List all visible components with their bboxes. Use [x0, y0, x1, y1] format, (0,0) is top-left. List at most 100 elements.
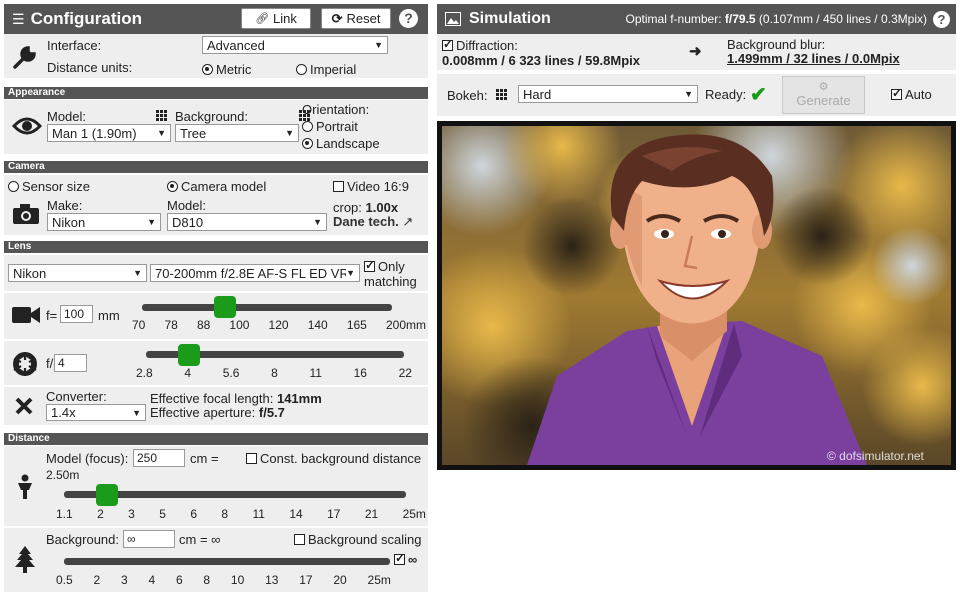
video-checkbox[interactable]: Video 16:9	[333, 179, 409, 194]
landscape-radio[interactable]: Landscape	[302, 136, 380, 151]
make-select[interactable]: Nikon ▼	[47, 213, 161, 231]
model-distance-slider-handle[interactable]	[96, 484, 119, 506]
chevron-down-icon: ▼	[346, 268, 355, 278]
camera-section-header: Camera	[4, 161, 428, 173]
slider-tick-label: 20	[333, 573, 347, 587]
bokeh-label: Bokeh:	[447, 88, 488, 103]
checkbox-checked-icon	[442, 37, 453, 51]
const-bg-checkbox[interactable]: Const. background distance	[246, 451, 421, 466]
help-icon[interactable]: ?	[399, 9, 418, 28]
radio-icon	[296, 64, 307, 75]
slider-tick-label: 6	[175, 573, 183, 587]
bg-distance-row: Background: ∞ cm = ∞ Background scaling …	[4, 528, 428, 592]
bg-distance-input[interactable]: ∞	[123, 530, 175, 548]
bg-distance-slider-track[interactable]	[64, 558, 390, 565]
effective-aperture-readout: Effective aperture: f/5.7	[150, 405, 285, 420]
only-matching-checkbox[interactable]: Only	[364, 258, 405, 274]
blur-value[interactable]: 1.499mm / 32 lines / 0.0Mpix	[727, 51, 900, 66]
lens-model-select[interactable]: 70-200mm f/2.8E AF-S FL ED VR ▼	[150, 264, 360, 282]
chevron-down-icon: ▼	[147, 217, 156, 227]
units-metric-radio[interactable]: Metric	[202, 62, 251, 77]
dane-tech-link[interactable]: Dane tech. ↗	[333, 214, 413, 230]
lens-section-header: Lens	[4, 241, 428, 253]
generate-button[interactable]: ⚙ Generate	[782, 76, 865, 114]
focal-slider-track[interactable]	[142, 304, 392, 311]
slider-tick-label: 25m	[367, 573, 391, 587]
chevron-down-icon: ▼	[313, 217, 322, 227]
background-select[interactable]: Tree ▼	[175, 124, 299, 142]
converter-select[interactable]: 1.4x ▼	[46, 404, 146, 421]
slider-tick-label: 165	[346, 318, 367, 332]
units-imperial-radio[interactable]: Imperial	[296, 62, 356, 77]
portrait-radio[interactable]: Portrait	[302, 119, 358, 134]
model-distance-converted: 2.50m	[46, 468, 80, 482]
slider-tick-label: 3	[120, 573, 128, 587]
simulation-title: Simulation	[469, 10, 551, 27]
distance-section-header: Distance	[4, 433, 428, 445]
model-select[interactable]: Man 1 (1.90m) ▼	[47, 124, 171, 142]
slider-tick-label: 2	[97, 507, 104, 521]
config-title: Configuration	[30, 9, 142, 28]
arrow-right-icon: ➜	[689, 43, 702, 60]
bg-distance-ticks: 0.5 2 3 4 6 8 10 13 17 20 25m	[56, 573, 391, 587]
interface-select[interactable]: Advanced ▼	[202, 36, 388, 54]
slider-tick-label: 5.6	[222, 366, 240, 380]
external-link-icon: ↗	[402, 214, 414, 229]
crop-readout: crop: 1.00x	[333, 200, 399, 215]
slider-tick-label: 100	[229, 318, 250, 332]
link-button[interactable]: 🔗︎ Link	[241, 8, 311, 29]
video-camera-icon	[12, 307, 40, 323]
slider-tick-label: 140	[307, 318, 328, 332]
ready-label: Ready:	[705, 87, 747, 102]
slider-tick-label: 11	[309, 366, 322, 380]
bg-scaling-checkbox[interactable]: Background scaling	[294, 532, 421, 547]
close-icon	[15, 397, 33, 415]
help-icon[interactable]: ?	[933, 10, 950, 28]
chevron-down-icon: ▼	[285, 128, 294, 138]
aperture-prefix: f/	[46, 356, 54, 371]
eye-icon	[12, 117, 42, 135]
slider-tick-label: 8	[221, 507, 229, 521]
slider-tick-label: 200mm	[385, 318, 426, 332]
focal-input[interactable]: 100	[60, 305, 93, 323]
reset-button[interactable]: ⟳ Reset	[321, 8, 391, 29]
auto-checkbox[interactable]: Auto	[891, 86, 932, 102]
radio-checked-icon	[302, 138, 313, 149]
model-distance-label: Model (focus):	[46, 451, 129, 466]
slider-tick-label: 22	[398, 366, 412, 380]
grid-icon[interactable]	[496, 89, 508, 101]
grid-icon[interactable]	[156, 110, 168, 122]
interface-label: Interface:	[47, 38, 102, 53]
image-icon	[445, 12, 461, 26]
lens-make-select[interactable]: Nikon ▼	[8, 264, 147, 282]
only-matching-label: matching	[364, 274, 417, 289]
orientation-label: Orientation:	[302, 102, 370, 117]
model-distance-ticks: 1.1 2 3 5 6 8 11 14 17 21 25m	[56, 507, 426, 521]
diffraction-checkbox[interactable]: Diffraction:	[442, 37, 518, 53]
chevron-down-icon: ▼	[133, 268, 142, 278]
model-label: Model:	[47, 109, 87, 124]
slider-tick-label: 17	[299, 573, 313, 587]
checkbox-icon	[246, 453, 257, 464]
aperture-ticks: 2.8 4 5.6 8 11 16 22	[136, 366, 412, 380]
units-label: Distance units:	[47, 60, 133, 75]
model-distance-input[interactable]: 250	[133, 449, 185, 467]
gears-icon: ⚙	[818, 81, 829, 93]
radio-checked-icon	[167, 181, 178, 192]
aperture-slider-handle[interactable]	[178, 344, 201, 366]
slider-tick-label: 11	[252, 507, 265, 521]
blur-label: Background blur:	[727, 37, 826, 52]
aperture-input[interactable]: 4	[54, 354, 87, 372]
diffraction-value: 0.008mm / 6 323 lines / 59.8Mpix	[442, 53, 641, 68]
sensor-size-radio[interactable]: Sensor size	[8, 179, 90, 194]
focal-slider-handle[interactable]	[214, 296, 237, 318]
diffraction-row: Diffraction: 0.008mm / 6 323 lines / 59.…	[437, 34, 956, 70]
sliders-icon: ☰	[12, 10, 25, 27]
slider-tick-label: 88	[196, 318, 211, 332]
bokeh-select[interactable]: Hard ▼	[518, 85, 698, 103]
bg-infinity-checkbox[interactable]: ∞	[394, 551, 417, 567]
camera-model-select[interactable]: D810 ▼	[167, 213, 327, 231]
tree-icon	[15, 546, 35, 573]
camera-model-radio[interactable]: Camera model	[167, 179, 266, 194]
focal-ticks: 70 78 88 100 120 140 165 200mm	[132, 318, 426, 332]
